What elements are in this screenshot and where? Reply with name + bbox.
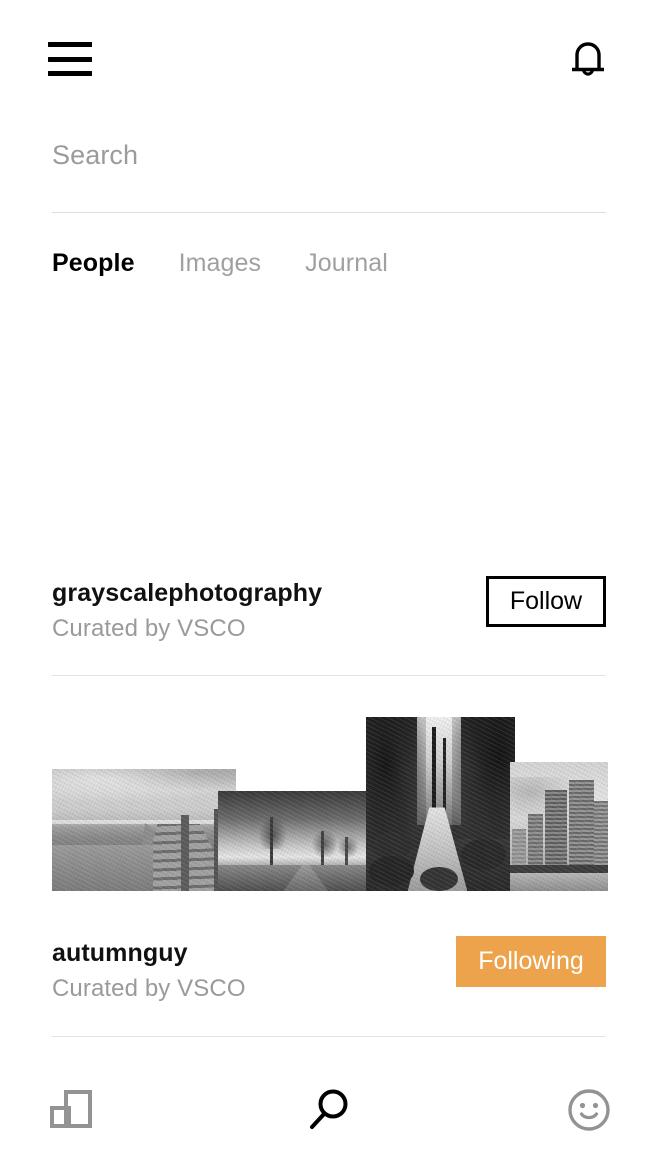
follow-button[interactable]: Follow	[486, 576, 606, 627]
collection-meta: autumnguy Curated by VSCO Following	[52, 936, 606, 1007]
nav-search[interactable]	[307, 1087, 353, 1133]
search-input[interactable]	[52, 140, 606, 181]
smiley-face-icon	[568, 1089, 610, 1131]
app-header	[0, 0, 658, 118]
bottom-navigation-bar	[0, 1060, 658, 1170]
search-divider	[52, 212, 606, 213]
hamburger-bar	[48, 56, 92, 62]
hamburger-bar	[48, 71, 92, 76]
tab-journal[interactable]: Journal	[305, 249, 388, 278]
search-field-wrapper[interactable]	[52, 140, 606, 181]
following-button[interactable]: Following	[456, 936, 606, 987]
collection-divider	[52, 675, 606, 676]
collection-subtitle: Curated by VSCO	[52, 975, 246, 1002]
grid-layout-icon	[50, 1090, 92, 1128]
tab-images[interactable]: Images	[179, 249, 262, 278]
nav-profile[interactable]	[566, 1087, 612, 1133]
collection-identity: autumnguy Curated by VSCO	[52, 936, 246, 1007]
search-scope-tabs: People Images Journal	[52, 249, 432, 278]
nav-collections[interactable]	[49, 1088, 93, 1132]
collection-meta: grayscalephotography Curated by VSCO Fol…	[52, 576, 606, 647]
tab-people[interactable]: People	[52, 249, 135, 278]
search-magnifier-icon	[310, 1089, 348, 1129]
hamburger-menu-icon[interactable]	[48, 42, 92, 76]
thumbnail-collage	[0, 355, 658, 891]
app-root: People Images Journal	[0, 0, 658, 1170]
bell-icon[interactable]	[566, 38, 610, 84]
thumbnail-collage	[0, 715, 658, 900]
collection-username[interactable]: grayscalephotography	[52, 576, 322, 610]
collection-username[interactable]: autumnguy	[52, 936, 246, 970]
hamburger-bar	[48, 42, 92, 47]
collection-identity: grayscalephotography Curated by VSCO	[52, 576, 322, 647]
collection-subtitle: Curated by VSCO	[52, 615, 246, 642]
collection-divider	[52, 1036, 606, 1037]
